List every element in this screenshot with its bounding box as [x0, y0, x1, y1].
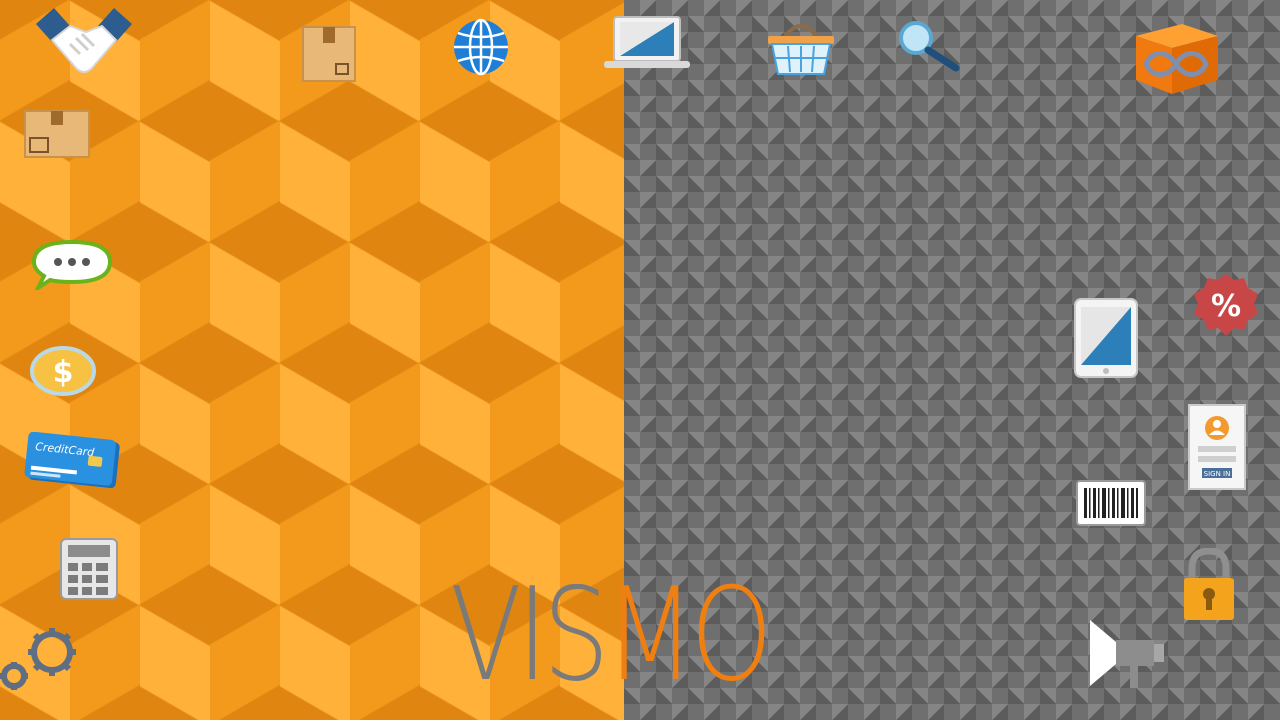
megaphone-icon[interactable]: [1088, 618, 1168, 690]
sign-in-button-label: SIGN IN: [1204, 470, 1231, 478]
logo-text-mo: MO: [604, 561, 773, 710]
sign-in-form-icon[interactable]: SIGN IN: [1188, 404, 1246, 490]
logo-text-vis: VIS: [450, 561, 610, 710]
barcode-icon[interactable]: [1076, 480, 1146, 526]
globe-icon[interactable]: [452, 18, 510, 76]
percent-symbol: %: [1211, 289, 1241, 324]
chat-bubble-icon[interactable]: [32, 240, 112, 290]
credit-card-icon[interactable]: CreditCard: [24, 432, 122, 490]
magnifier-icon[interactable]: [898, 20, 962, 72]
padlock-icon[interactable]: [1182, 548, 1236, 622]
package-box-icon[interactable]: [302, 26, 356, 82]
shopping-basket-icon[interactable]: [766, 16, 836, 76]
package-box-icon[interactable]: [24, 110, 90, 158]
infinity-cube-icon[interactable]: [1132, 20, 1220, 96]
dollar-coin-icon[interactable]: $: [30, 346, 96, 396]
laptop-icon[interactable]: [604, 16, 690, 70]
percent-badge-icon[interactable]: %: [1192, 272, 1260, 340]
calculator-icon[interactable]: [60, 538, 118, 600]
tablet-icon[interactable]: [1074, 298, 1138, 378]
vismo-logo: VISMO: [450, 572, 773, 700]
handshake-icon[interactable]: [36, 4, 132, 80]
gears-icon[interactable]: [0, 626, 88, 692]
coin-symbol: $: [53, 355, 74, 390]
